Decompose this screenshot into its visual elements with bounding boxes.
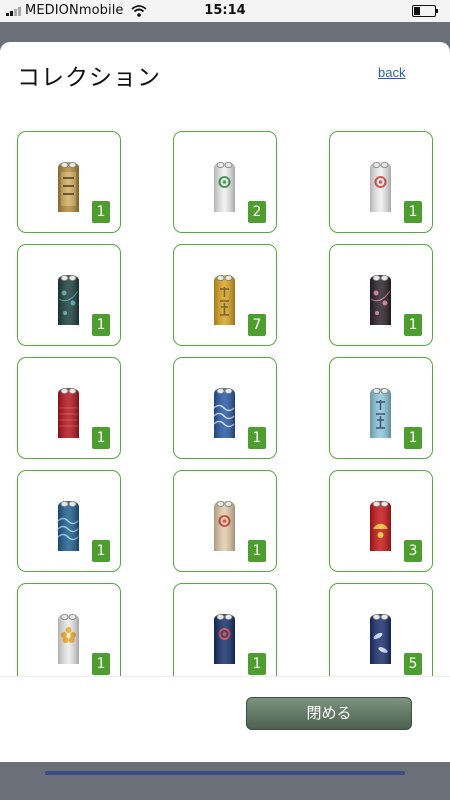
collection-item[interactable]: 1	[173, 583, 277, 676]
navy-koi-amulet-icon	[367, 608, 394, 666]
close-button[interactable]: 閉める	[246, 697, 412, 730]
count-badge: 1	[248, 653, 266, 675]
collection-sheet: コレクション back 1 2 1 1 7 1 1 1 1 1 1 3 1 1 5 閉める	[0, 42, 450, 762]
collection-item[interactable]: 1	[329, 357, 433, 459]
black-sakura-amulet-icon	[367, 269, 394, 327]
count-badge: 1	[404, 201, 422, 223]
seigaiha-wave-amulet-icon	[55, 495, 82, 553]
count-badge: 1	[248, 540, 266, 562]
collection-item[interactable]: 1	[17, 470, 121, 572]
count-badge: 3	[404, 540, 422, 562]
collection-item[interactable]: 1	[329, 131, 433, 233]
collection-item[interactable]: 1	[17, 583, 121, 676]
collection-scroll-area[interactable]: 1 2 1 1 7 1 1 1 1 1 1 3 1 1 5	[0, 130, 450, 676]
collection-item[interactable]: 1	[17, 357, 121, 459]
count-badge: 1	[92, 427, 110, 449]
beige-maneki-neko-amulet-icon	[211, 495, 238, 553]
collection-item[interactable]: 1	[17, 131, 121, 233]
white-amulet-green-crest-icon	[211, 156, 238, 214]
light-blue-kanji-amulet-icon	[367, 382, 394, 440]
collection-item[interactable]: 1	[173, 470, 277, 572]
teal-pattern-amulet-icon	[55, 269, 82, 327]
collection-item[interactable]: 5	[329, 583, 433, 676]
page-title: コレクション	[17, 65, 161, 91]
gold-kanji-amulet-icon	[211, 269, 238, 327]
collection-grid: 1 2 1 1 7 1 1 1 1 1 1 3 1 1 5	[17, 131, 433, 676]
collection-item[interactable]: 1	[173, 357, 277, 459]
blue-wave-amulet-icon	[211, 382, 238, 440]
count-badge: 1	[92, 314, 110, 336]
gold-plaque-amulet-icon	[55, 156, 82, 214]
collection-item[interactable]: 3	[329, 470, 433, 572]
count-badge: 2	[248, 201, 266, 223]
red-amulet-icon	[55, 382, 82, 440]
count-badge: 1	[404, 427, 422, 449]
navy-red-blossom-amulet-icon	[211, 608, 238, 666]
white-amulet-red-crest-icon	[367, 156, 394, 214]
footer: 閉める	[0, 676, 450, 762]
collection-item[interactable]: 1	[17, 244, 121, 346]
home-indicator	[45, 771, 405, 775]
back-link[interactable]: back	[378, 65, 405, 80]
clock: 15:14	[204, 3, 246, 18]
collection-item[interactable]: 1	[329, 244, 433, 346]
count-badge: 1	[92, 653, 110, 675]
count-badge: 7	[248, 314, 266, 336]
status-bar: MEDIONmobile 15:14	[0, 0, 450, 22]
count-badge: 1	[92, 201, 110, 223]
count-badge: 1	[248, 427, 266, 449]
count-badge: 5	[404, 653, 422, 675]
count-badge: 1	[92, 540, 110, 562]
collection-item[interactable]: 7	[173, 244, 277, 346]
count-badge: 1	[404, 314, 422, 336]
white-gold-flower-amulet-icon	[55, 608, 82, 666]
red-gold-fan-amulet-icon	[367, 495, 394, 553]
battery-icon	[412, 5, 438, 17]
collection-item[interactable]: 2	[173, 131, 277, 233]
